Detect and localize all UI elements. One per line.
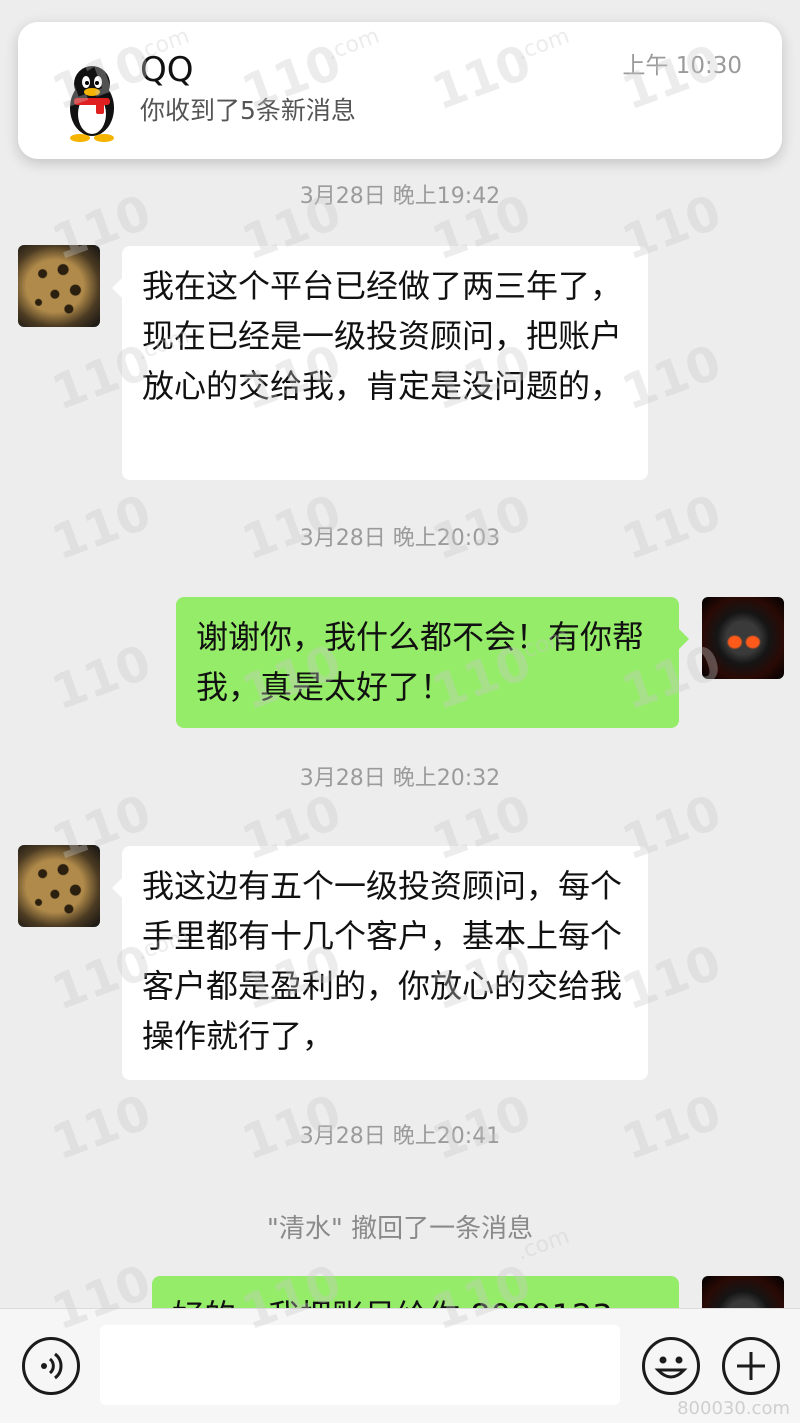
voice-button[interactable]	[22, 1337, 80, 1395]
notification-app-name: QQ	[140, 50, 194, 90]
notification-message: 你收到了5条新消息	[140, 96, 356, 125]
timestamp: 3月28日 晚上20:41	[299, 1124, 501, 1149]
self-avatar[interactable]	[702, 1276, 784, 1308]
timestamp: 3月28日 晚上19:42	[299, 184, 501, 209]
emoji-icon	[654, 1356, 688, 1379]
sent-message-bubble[interactable]: 好的，我把账号给你 8089123	[152, 1276, 679, 1308]
voice-icon	[41, 1352, 63, 1380]
notification-time: 上午 10:30	[622, 53, 742, 79]
push-notification-banner[interactable]: QQ 你收到了5条新消息 上午 10:30	[18, 22, 782, 159]
timestamp: 3月28日 晚上20:03	[299, 526, 501, 551]
recall-notice: "清水" 撤回了一条消息	[266, 1214, 534, 1244]
contact-avatar[interactable]	[18, 845, 100, 927]
qq-penguin-icon	[70, 66, 114, 142]
chat-area: 3月28日 晚上19:42 我在这个平台已经做了两三年了，现在已经是一级投资顾问…	[0, 0, 800, 1308]
received-message-bubble[interactable]: 我这边有五个一级投资顾问，每个手里都有十几个客户，基本上每个客户都是盈利的，你放…	[112, 846, 648, 1080]
plus-icon	[737, 1352, 765, 1380]
message-input[interactable]	[100, 1325, 620, 1405]
self-avatar[interactable]	[702, 597, 784, 679]
sent-message-bubble[interactable]: 谢谢你，我什么都不会！有你帮我，真是太好了！	[176, 597, 689, 728]
more-button[interactable]	[722, 1337, 780, 1395]
received-message-bubble[interactable]: 我在这个平台已经做了两三年了，现在已经是一级投资顾问，把账户放心的交给我，肯定是…	[112, 246, 648, 480]
emoji-button[interactable]	[642, 1337, 700, 1395]
input-bar	[0, 1308, 800, 1423]
timestamp: 3月28日 晚上20:32	[299, 766, 501, 791]
contact-avatar[interactable]	[18, 245, 100, 327]
